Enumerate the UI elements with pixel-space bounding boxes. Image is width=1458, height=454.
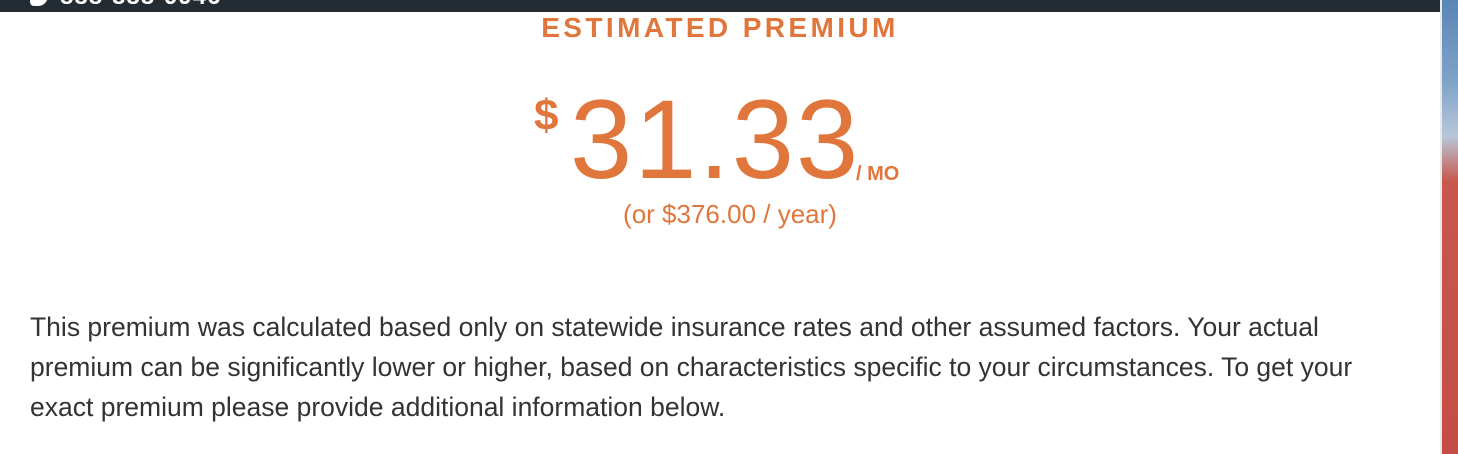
top-bar: 888-888-9946 — [0, 0, 1440, 12]
side-background-strip — [1440, 0, 1458, 454]
premium-disclaimer: This premium was calculated based only o… — [30, 312, 1353, 422]
currency-symbol: $ — [534, 91, 559, 140]
period-label: / MO — [856, 163, 900, 185]
annual-price: (or $376.00 / year) — [623, 199, 837, 229]
monthly-amount: 31.33 — [570, 77, 861, 202]
premium-heading: ESTIMATED PREMIUM — [541, 12, 899, 43]
phone-icon[interactable] — [30, 0, 48, 6]
page: 888-888-9946 ESTIMATED PREMIUM $ 31.33 /… — [0, 0, 1458, 454]
phone-number-link[interactable]: 888-888-9946 — [60, 0, 221, 11]
